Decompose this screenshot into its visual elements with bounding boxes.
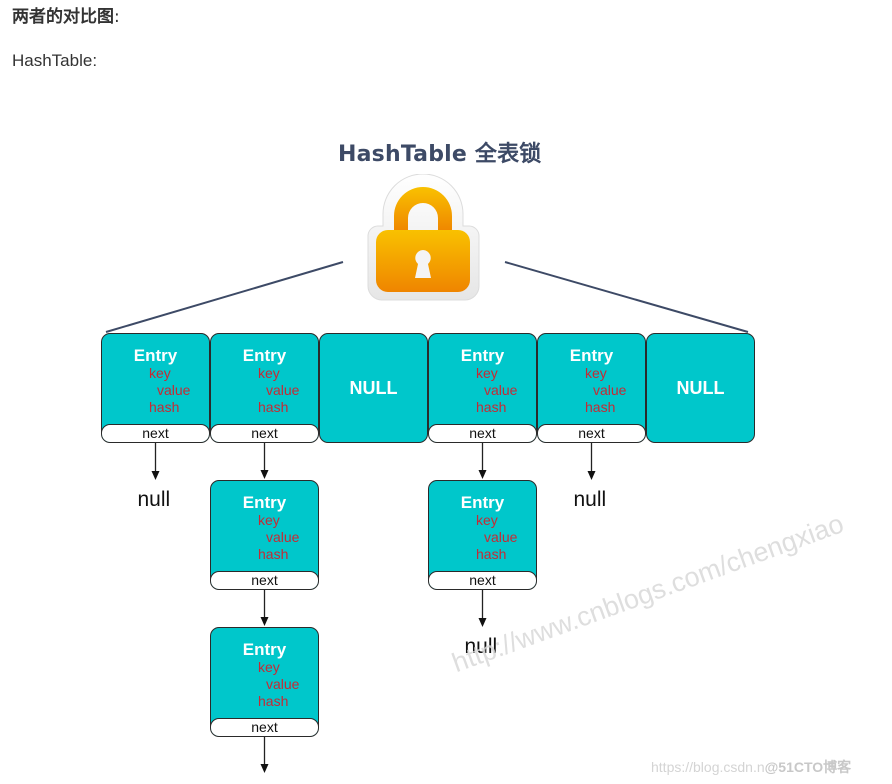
entry-field-value: value (266, 529, 300, 545)
bucket-1: Entry key value hash next (210, 333, 319, 443)
watermark-footer-brand: @51CTO博客 (764, 759, 852, 775)
arrowhead-icon (260, 764, 269, 773)
chain-entry: Entry key value hash next (210, 627, 319, 737)
entry-field-hash: hash (585, 399, 616, 415)
entry-field-value: value (266, 382, 300, 398)
entry-title: Entry (569, 346, 614, 365)
watermark-footer-url: https://blog.csdn.n (651, 759, 765, 775)
bucket-2: NULL (319, 333, 428, 443)
entry-field-key: key (258, 512, 280, 528)
bucket-5: NULL (646, 333, 755, 443)
bucket-4: Entry key value hash next (537, 333, 646, 443)
entry-field-value: value (157, 382, 191, 398)
next-pointer: next (538, 424, 645, 442)
arrowhead-icon (260, 470, 269, 479)
bucket-3: Entry key value hash next (428, 333, 537, 443)
entry-field-hash: hash (476, 546, 507, 562)
next-pointer: next (429, 424, 536, 442)
entry-field-value: value (266, 676, 300, 692)
entry-field-hash: hash (258, 546, 289, 562)
entry-field-hash: hash (258, 399, 289, 415)
watermark-footer: https://blog.csdn.n@51CTO博客 (651, 757, 851, 777)
entry-title: Entry (242, 346, 287, 365)
arrowhead-icon (478, 618, 487, 627)
arrowhead-icon (260, 617, 269, 626)
entry-field-key: key (258, 659, 280, 675)
entry-title: Entry (242, 493, 287, 512)
next-pointer: next (211, 718, 318, 736)
entry-field-hash: hash (149, 399, 180, 415)
entry-title: Entry (460, 493, 505, 512)
next-pointer: next (429, 571, 536, 589)
entry-field-key: key (476, 512, 498, 528)
arrowhead-icon (151, 471, 160, 480)
entry-field-key: key (476, 365, 498, 381)
null-terminator: null (573, 488, 607, 511)
entry-field-key: key (585, 365, 607, 381)
chain-entry: Entry key value hash next (210, 480, 319, 590)
entry-field-hash: hash (258, 693, 289, 709)
next-pointer: next (211, 424, 318, 442)
lock-wire-right (504, 261, 749, 333)
entry-field-key: key (149, 365, 171, 381)
padlock-icon (361, 173, 486, 302)
lock-wire-left (105, 261, 344, 333)
entry-field-value: value (593, 382, 627, 398)
null-terminator: null (137, 488, 171, 511)
arrowhead-icon (478, 470, 487, 479)
null-bucket-label: NULL (676, 378, 725, 398)
entry-field-hash: hash (476, 399, 507, 415)
next-pointer: next (211, 571, 318, 589)
entry-field-key: key (258, 365, 280, 381)
entry-field-value: value (484, 382, 518, 398)
bucket-0: Entry key value hash next (101, 333, 210, 443)
entry-title: Entry (242, 640, 287, 659)
null-bucket-label: NULL (349, 378, 398, 398)
entry-field-value: value (484, 529, 518, 545)
next-pointer: next (102, 424, 209, 442)
entry-title: Entry (133, 346, 178, 365)
chain-entry: Entry key value hash next (428, 480, 537, 590)
arrowhead-icon (587, 471, 596, 480)
entry-title: Entry (460, 346, 505, 365)
